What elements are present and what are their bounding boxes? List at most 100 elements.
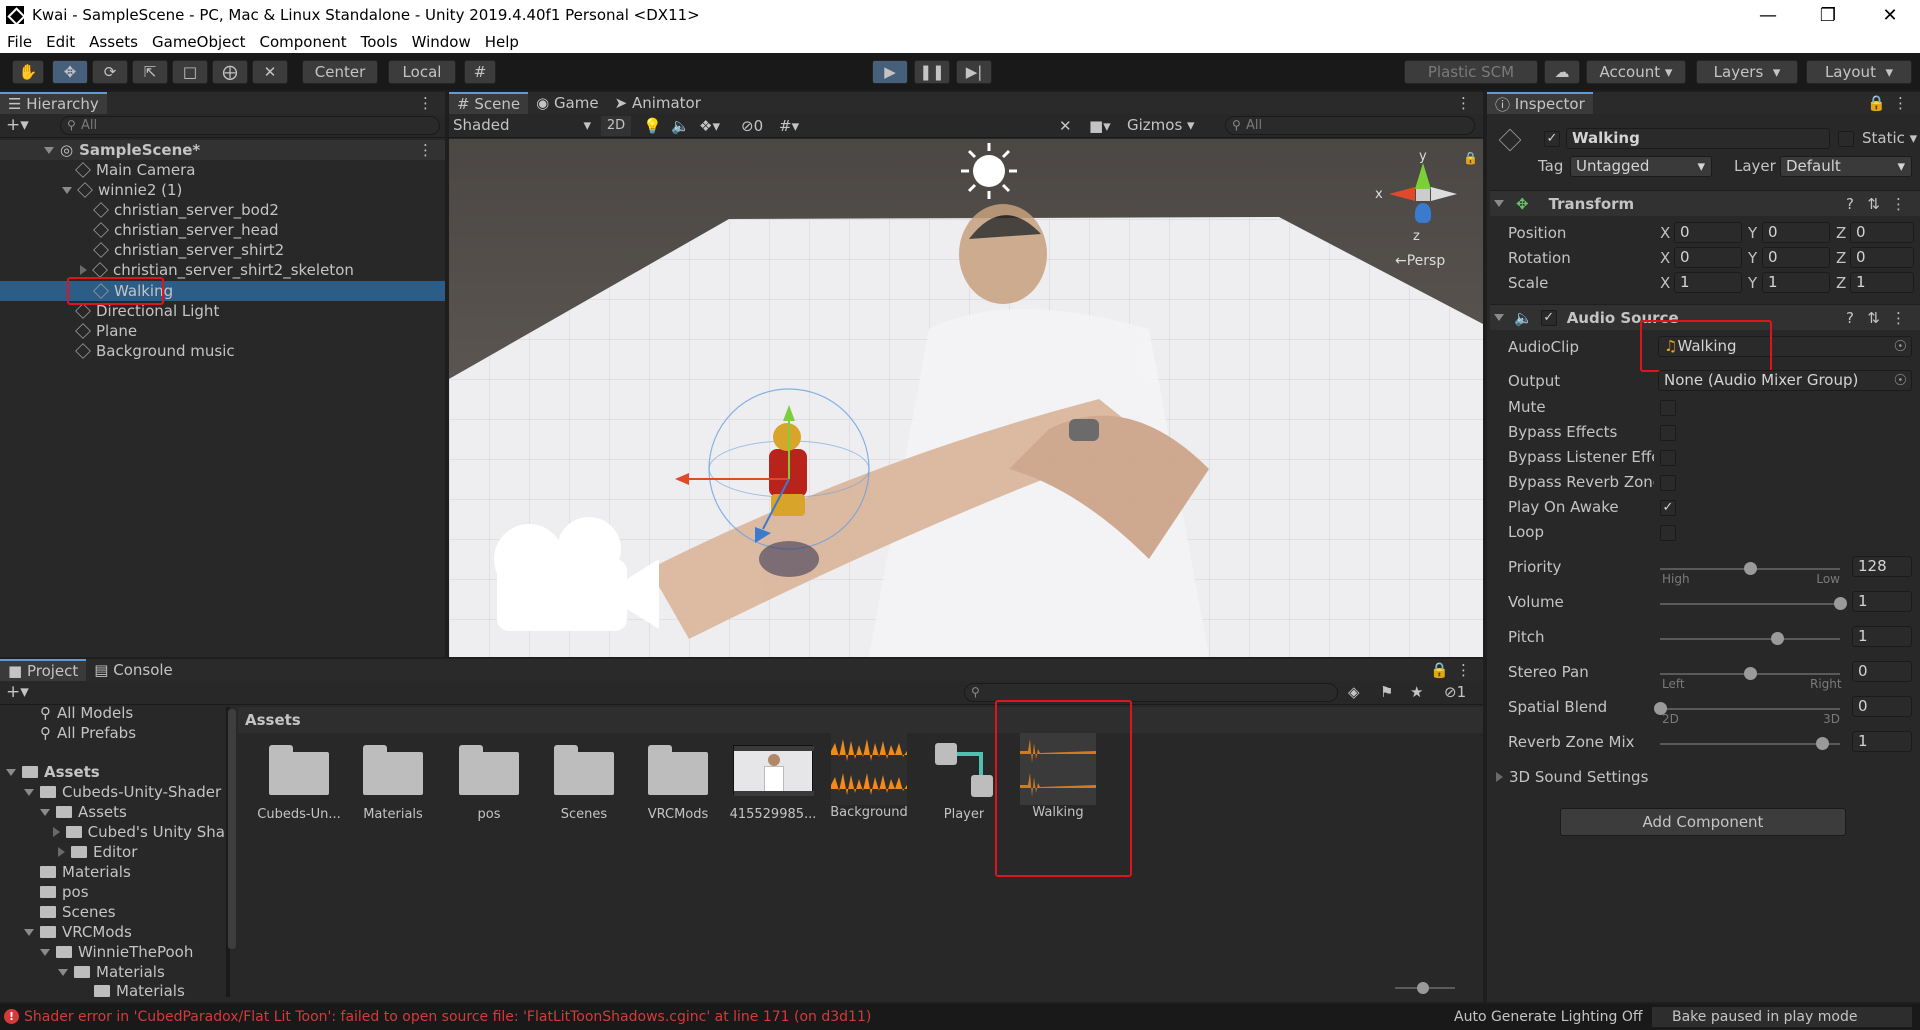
shading-dropdown[interactable]: Shaded ▾ (453, 116, 595, 136)
hierarchy-item-plane[interactable]: Plane (0, 321, 445, 341)
play-button[interactable]: ▶ (872, 60, 908, 84)
scene-viewport[interactable]: y x z ←Persp 🔒 (449, 139, 1483, 657)
audio-toggle-checkbox[interactable] (1660, 425, 1676, 441)
slider-knob[interactable] (1744, 562, 1757, 575)
hidden-objects-icon[interactable]: ⊘0 (741, 117, 763, 135)
static-dropdown[interactable]: Static ▾ (1862, 129, 1917, 147)
position-y-field[interactable]: 0 (1762, 222, 1830, 243)
tree-cubeds-shader[interactable]: Cubeds-Unity-Shader (0, 782, 225, 802)
transform-tool-icon[interactable]: ⨁ (212, 60, 248, 84)
minimize-button[interactable]: — (1740, 0, 1796, 30)
custom-tool-icon[interactable]: ✕ (252, 60, 288, 84)
object-picker-icon[interactable]: ☉ (1894, 337, 1907, 356)
menu-window[interactable]: Window (405, 33, 478, 51)
menu-assets[interactable]: Assets (82, 33, 145, 51)
scale-x-field[interactable]: 1 (1674, 272, 1742, 293)
camera-settings-icon[interactable]: ■▾ (1089, 117, 1111, 135)
menu-file[interactable]: File (0, 33, 39, 51)
filter-type-icon[interactable]: ◈ (1348, 683, 1360, 701)
tree-materials[interactable]: Materials (0, 862, 225, 882)
audio-toggle-checkbox[interactable]: ✓ (1660, 500, 1676, 516)
scene-row[interactable]: ◎ SampleScene* ⋮ (0, 140, 445, 160)
slider-track[interactable] (1660, 632, 1840, 645)
object-name-field[interactable]: Walking (1566, 128, 1830, 149)
toggle-2d-button[interactable]: 2D (601, 116, 631, 136)
output-field[interactable]: None (Audio Mixer Group) ☉ (1658, 370, 1912, 391)
breadcrumb[interactable]: Assets (238, 707, 1483, 733)
panel-menu-icon[interactable]: ⋮ (418, 94, 433, 112)
position-z-field[interactable]: 0 (1850, 222, 1914, 243)
lock-icon[interactable]: 🔒 (1463, 151, 1478, 165)
slider-knob[interactable] (1771, 632, 1784, 645)
grid-snap-icon[interactable]: # (464, 60, 496, 84)
project-create-icon[interactable]: +▾ (6, 682, 29, 702)
tab-hierarchy[interactable]: ☰ Hierarchy (0, 92, 107, 114)
axis-neg-x-cone[interactable] (1431, 187, 1457, 201)
tab-inspector[interactable]: ⓘ Inspector (1487, 92, 1593, 114)
hierarchy-search-input[interactable]: All (60, 116, 440, 135)
tab-animator[interactable]: ➤ Animator (607, 92, 709, 114)
slider-knob[interactable] (1744, 667, 1757, 680)
tree-winnie-materials-sub[interactable]: Materials (0, 982, 225, 1000)
plastic-scm-button[interactable]: Plastic SCM (1404, 60, 1538, 84)
move-tool-icon[interactable]: ✥ (52, 60, 88, 84)
rect-tool-icon[interactable]: □ (172, 60, 208, 84)
pivot-center-button[interactable]: Center (302, 60, 378, 84)
scene-panel-menu-icon[interactable]: ⋮ (1456, 94, 1471, 112)
slider-value-field[interactable]: 1 (1852, 731, 1912, 752)
slider-value-field[interactable]: 0 (1852, 696, 1912, 717)
gizmos-dropdown[interactable]: Gizmos ▾ (1127, 116, 1207, 136)
sound3d-settings-foldout[interactable]: 3D Sound Settings (1496, 768, 1648, 786)
slider-track[interactable] (1654, 702, 1840, 715)
project-lock-icon[interactable]: 🔒 (1430, 661, 1449, 679)
layout-dropdown[interactable]: Layout ▾ (1806, 60, 1912, 84)
tree-editor[interactable]: Editor (0, 842, 225, 862)
hierarchy-item-main-camera[interactable]: Main Camera (0, 160, 445, 180)
hierarchy-item-background-music[interactable]: Background music (0, 341, 445, 361)
tree-all-prefabs[interactable]: ⚲ All Prefabs (0, 723, 225, 743)
hierarchy-item-bod2[interactable]: christian_server_bod2 (0, 200, 445, 220)
grid-toggle-icon[interactable]: #▾ (779, 117, 799, 135)
close-button[interactable]: ✕ (1862, 0, 1918, 30)
audio-toggle-checkbox[interactable] (1660, 400, 1676, 416)
tree-vrcmods[interactable]: VRCMods (0, 922, 225, 942)
tree-winnie-materials[interactable]: Materials (0, 962, 225, 982)
slider-track[interactable] (1660, 597, 1847, 610)
rotation-x-field[interactable]: 0 (1674, 247, 1742, 268)
hierarchy-item-directional-light[interactable]: Directional Light (0, 301, 445, 321)
space-local-button[interactable]: Local (388, 60, 456, 84)
static-checkbox[interactable] (1838, 131, 1854, 147)
menu-gameobject[interactable]: GameObject (145, 33, 253, 51)
hand-tool-icon[interactable]: ✋ (12, 60, 44, 84)
pause-button[interactable]: ❚❚ (914, 60, 950, 84)
audio-toggle-checkbox[interactable] (1660, 475, 1676, 491)
scale-z-field[interactable]: 1 (1850, 272, 1914, 293)
tree-scenes[interactable]: Scenes (0, 902, 225, 922)
axis-x-cone[interactable] (1389, 187, 1415, 201)
help-icon[interactable]: ? (1846, 195, 1854, 213)
hierarchy-item-head[interactable]: christian_server_head (0, 220, 445, 240)
slider-value-field[interactable]: 0 (1852, 661, 1912, 682)
component-menu-icon[interactable]: ⋮ (1891, 309, 1906, 327)
slider-track[interactable] (1660, 562, 1840, 575)
hierarchy-item-shirt2[interactable]: christian_server_shirt2 (0, 240, 445, 260)
tab-scene[interactable]: # Scene (449, 92, 529, 114)
asset-image[interactable]: 415529985... (729, 745, 817, 822)
tree-all-models[interactable]: ⚲ All Models (0, 704, 225, 722)
tools-icon[interactable]: ✕ (1059, 117, 1072, 135)
tree-cubeds-unity-sha[interactable]: Cubed's Unity Sha (0, 822, 225, 842)
asset-pos-folder[interactable]: pos (445, 745, 533, 822)
tag-dropdown[interactable]: Untagged ▾ (1570, 156, 1712, 177)
restore-button[interactable]: ❐ (1800, 0, 1856, 30)
component-menu-icon[interactable]: ⋮ (1891, 195, 1906, 213)
axis-y-cone[interactable] (1415, 163, 1431, 189)
tab-game[interactable]: ◉ Game (528, 92, 607, 114)
audio-toggle-checkbox[interactable] (1660, 450, 1676, 466)
asset-vrcmods-folder[interactable]: VRCMods (634, 745, 722, 822)
menu-component[interactable]: Component (253, 33, 354, 51)
rotation-z-field[interactable]: 0 (1850, 247, 1914, 268)
zoom-slider[interactable] (1395, 982, 1455, 994)
asset-cubeds-folder[interactable]: Cubeds-Un... (255, 745, 343, 822)
scene-search-input[interactable]: All (1225, 116, 1475, 135)
project-menu-icon[interactable]: ⋮ (1456, 661, 1471, 679)
